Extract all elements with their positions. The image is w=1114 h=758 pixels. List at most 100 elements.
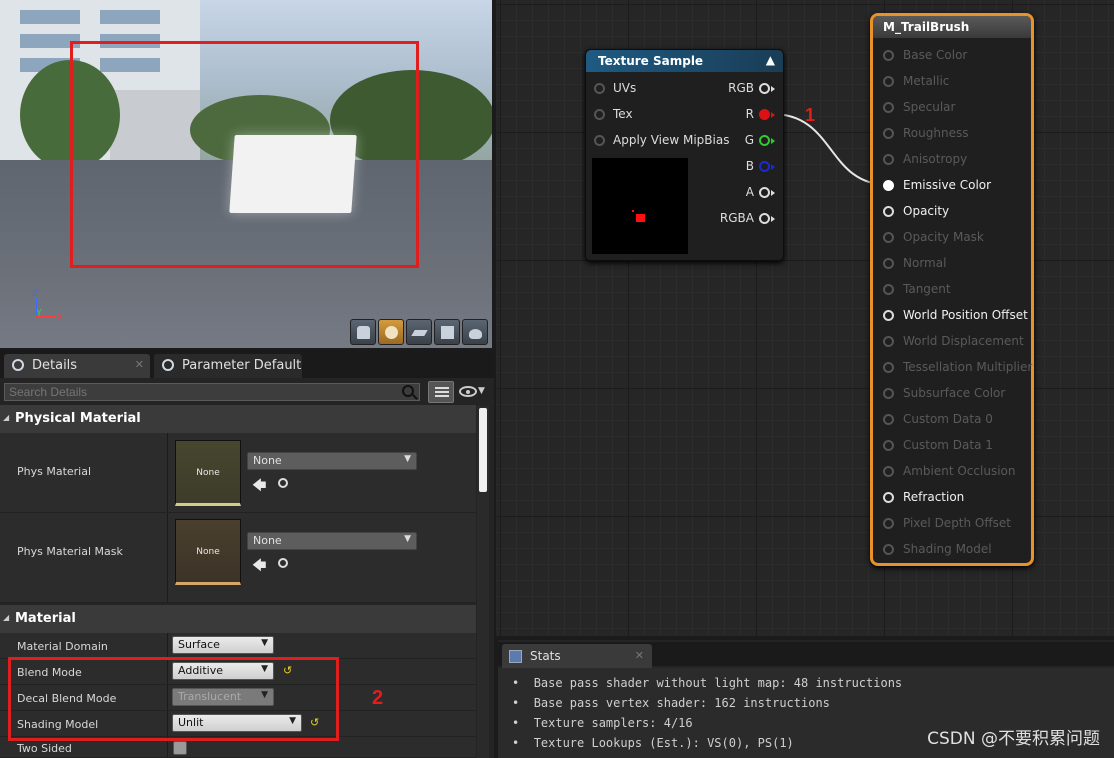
material-input-pin[interactable]: Opacity: [883, 204, 1033, 220]
pin-circle-icon[interactable]: [883, 492, 894, 503]
pin-label: Base Color: [903, 48, 968, 62]
pin-circle-icon[interactable]: [883, 466, 894, 477]
material-input-pin[interactable]: Roughness: [883, 126, 1033, 142]
pin-circle-icon[interactable]: [883, 284, 894, 295]
tab-details[interactable]: Details ✕: [4, 354, 150, 378]
chevron-down-icon[interactable]: ▼: [478, 386, 485, 396]
material-input-pin[interactable]: Normal: [883, 256, 1033, 272]
texture-sample-node[interactable]: Texture Sample ▲ UVs Tex Apply View MipB…: [585, 49, 784, 261]
node-title: Texture Sample: [598, 54, 704, 68]
pin-circle-icon[interactable]: [883, 258, 894, 269]
material-input-pin[interactable]: Ambient Occlusion: [883, 464, 1033, 480]
pin-circle-icon[interactable]: [759, 187, 770, 198]
output-pin-r[interactable]: R: [716, 107, 778, 123]
phys-material-dropdown[interactable]: None ▼: [247, 452, 417, 470]
pin-label: B: [745, 159, 754, 173]
pin-circle-icon[interactable]: [759, 213, 770, 224]
use-selected-arrow-icon[interactable]: 🡄: [252, 475, 266, 499]
pin-circle-icon[interactable]: [883, 128, 894, 139]
pin-circle-icon[interactable]: [883, 232, 894, 243]
category-material[interactable]: Material: [0, 605, 476, 633]
material-result-header[interactable]: M_TrailBrush: [873, 16, 1031, 38]
teapot-icon[interactable]: [462, 319, 488, 345]
material-domain-dropdown[interactable]: Surface ▼: [172, 636, 274, 654]
material-input-pin[interactable]: Specular: [883, 100, 1033, 116]
pin-label: Shading Model: [903, 542, 992, 556]
output-pin-rgb[interactable]: RGB: [716, 81, 778, 97]
pin-label: Metallic: [903, 74, 950, 88]
property-matrix-button[interactable]: [428, 381, 454, 403]
material-input-pin[interactable]: Tangent: [883, 282, 1033, 298]
pin-circle-icon[interactable]: [594, 135, 605, 146]
pin-circle-icon[interactable]: [594, 109, 605, 120]
pin-circle-icon[interactable]: [759, 109, 770, 120]
close-icon[interactable]: ✕: [135, 358, 144, 371]
output-pin-rgba[interactable]: RGBA: [716, 211, 778, 227]
pin-circle-icon[interactable]: [883, 76, 894, 87]
phys-material-mask-thumbnail[interactable]: None: [175, 519, 241, 585]
pin-circle-icon[interactable]: [883, 518, 894, 529]
watermark-text: CSDN @不要积累问题: [927, 729, 1100, 749]
output-pin-a[interactable]: A: [716, 185, 778, 201]
pin-label: Tessellation Multiplier: [903, 360, 1033, 374]
material-input-pin[interactable]: Opacity Mask: [883, 230, 1033, 246]
material-input-pin[interactable]: Tessellation Multiplier: [883, 360, 1033, 376]
pin-circle-icon[interactable]: [594, 83, 605, 94]
pin-circle-icon[interactable]: [759, 135, 770, 146]
pin-circle-icon[interactable]: [883, 336, 894, 347]
cylinder-icon[interactable]: [350, 319, 376, 345]
tab-stats[interactable]: Stats ✕: [502, 644, 652, 668]
material-input-pin[interactable]: World Displacement: [883, 334, 1033, 350]
stat-line: • Base pass vertex shader: 162 instructi…: [512, 696, 830, 710]
pin-circle-icon[interactable]: [883, 102, 894, 113]
tab-parameter-defaults[interactable]: Parameter Defaults: [154, 354, 302, 378]
texture-sample-header[interactable]: Texture Sample ▲: [586, 50, 783, 72]
plane-icon[interactable]: [406, 319, 432, 345]
material-input-pin[interactable]: Anisotropy: [883, 152, 1033, 168]
output-pin-g[interactable]: G: [716, 133, 778, 149]
browse-search-icon[interactable]: [278, 478, 288, 488]
collapse-arrow-icon[interactable]: ▲: [766, 53, 775, 67]
material-input-pin[interactable]: Pixel Depth Offset: [883, 516, 1033, 532]
material-input-pin[interactable]: Emissive Color: [883, 178, 1033, 194]
material-input-pin[interactable]: Shading Model: [883, 542, 1033, 558]
use-selected-arrow-icon[interactable]: 🡄: [252, 555, 266, 579]
property-row-phys-material-mask: Phys Material Mask None None ▼ 🡄: [0, 513, 476, 603]
search-icon[interactable]: [402, 385, 414, 397]
search-details-input[interactable]: [4, 383, 420, 401]
pin-circle-icon[interactable]: [883, 388, 894, 399]
pin-circle-icon[interactable]: [883, 544, 894, 555]
phys-material-mask-dropdown[interactable]: None ▼: [247, 532, 417, 550]
pin-circle-icon[interactable]: [883, 154, 894, 165]
cube-icon[interactable]: [434, 319, 460, 345]
property-label: Phys Material Mask: [17, 545, 123, 558]
material-input-pin[interactable]: Subsurface Color: [883, 386, 1033, 402]
material-input-pin[interactable]: Custom Data 1: [883, 438, 1033, 454]
material-input-pin[interactable]: Refraction: [883, 490, 1033, 506]
material-result-node[interactable]: M_TrailBrush Base Color Metallic Specular R…: [870, 13, 1034, 566]
pin-circle-icon[interactable]: [883, 50, 894, 61]
material-input-pin[interactable]: Custom Data 0: [883, 412, 1033, 428]
category-physical-material[interactable]: Physical Material: [0, 405, 476, 433]
two-sided-checkbox[interactable]: [173, 741, 187, 755]
pin-circle-icon[interactable]: [759, 83, 770, 94]
pin-circle-icon[interactable]: [883, 440, 894, 451]
view-options-eye-icon[interactable]: [459, 386, 477, 397]
pin-circle-icon[interactable]: [883, 310, 894, 321]
sphere-icon[interactable]: [378, 319, 404, 345]
pin-circle-icon[interactable]: [883, 362, 894, 373]
material-input-pin[interactable]: World Position Offset: [883, 308, 1033, 324]
pin-circle-icon[interactable]: [883, 414, 894, 425]
close-icon[interactable]: ✕: [635, 649, 644, 662]
phys-material-thumbnail[interactable]: None: [175, 440, 241, 506]
material-graph-canvas[interactable]: Texture Sample ▲ UVs Tex Apply View MipB…: [496, 0, 1114, 636]
annotation-box-material-settings: [8, 657, 339, 741]
pin-circle-icon[interactable]: [883, 206, 894, 217]
material-input-pin[interactable]: Base Color: [883, 48, 1033, 64]
pin-circle-icon[interactable]: [883, 180, 894, 191]
material-input-pin[interactable]: Metallic: [883, 74, 1033, 90]
output-pin-b[interactable]: B: [716, 159, 778, 175]
pin-circle-icon[interactable]: [759, 161, 770, 172]
details-scrollbar-thumb[interactable]: [479, 408, 487, 492]
browse-search-icon[interactable]: [278, 558, 288, 568]
